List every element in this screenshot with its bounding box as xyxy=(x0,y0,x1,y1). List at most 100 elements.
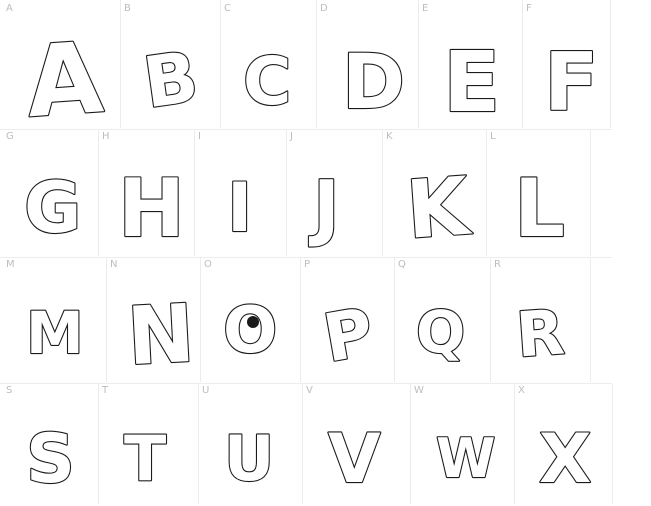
glyph-cell-s: S S xyxy=(2,384,98,504)
glyph-cell-l: L L xyxy=(486,130,590,256)
glyph-cell-q: Q Q xyxy=(394,258,490,382)
glyph-cell-k: K K xyxy=(382,130,486,258)
glyph-cell-p: P P xyxy=(300,258,394,382)
glyph-cell-label: H xyxy=(102,131,110,142)
glyph-sheet: A A B B C C D D E E F F G G H H I I J J … xyxy=(0,0,651,506)
grid-divider xyxy=(610,0,611,128)
glyph-cell-h: H H xyxy=(98,130,194,256)
svg-text:M: M xyxy=(26,299,84,367)
glyph-a: A xyxy=(22,20,108,141)
svg-text:F: F xyxy=(544,36,599,129)
glyph-r: R xyxy=(513,294,568,372)
glyph-cell-label: I xyxy=(198,131,201,142)
glyph-cell-g: G G xyxy=(2,130,98,256)
glyph-cell-label: C xyxy=(224,3,231,14)
glyph-l: L xyxy=(513,160,566,255)
glyph-b: B xyxy=(138,35,204,126)
glyph-cell-w: W W xyxy=(410,384,514,504)
glyph-cell-label: S xyxy=(6,385,13,396)
grid-divider xyxy=(316,0,317,128)
glyph-cell-label: T xyxy=(102,385,109,396)
glyph-cell-label: J xyxy=(290,131,293,142)
glyph-t: T xyxy=(123,421,167,496)
glyph-j: J xyxy=(306,164,340,250)
glyph-k: K xyxy=(402,158,476,258)
grid-divider xyxy=(200,258,201,382)
svg-text:N: N xyxy=(125,286,197,382)
glyph-cell-label: P xyxy=(304,259,311,270)
glyph-cell-j: J J xyxy=(286,130,382,256)
grid-divider xyxy=(0,129,612,130)
glyph-m: M xyxy=(25,297,85,367)
glyph-cell-b: B B xyxy=(120,2,220,128)
glyph-cell-n: N N xyxy=(106,258,200,384)
svg-text:J: J xyxy=(308,165,340,249)
glyph-s: S xyxy=(25,418,76,499)
grid-divider xyxy=(302,384,303,504)
grid-divider xyxy=(410,384,411,504)
glyph-cell-e: E E xyxy=(418,2,522,132)
glyph-cell-label: U xyxy=(202,385,210,396)
glyph-cell-t: T T xyxy=(98,384,198,504)
glyph-cell-i: I I xyxy=(194,130,286,256)
svg-text:S: S xyxy=(26,420,75,499)
glyph-cell-label: L xyxy=(490,131,496,142)
glyph-p: P xyxy=(317,292,380,378)
grid-divider xyxy=(382,130,383,256)
svg-text:G: G xyxy=(24,167,81,249)
glyph-i: I xyxy=(226,167,254,248)
svg-text:E: E xyxy=(443,33,500,131)
glyph-cell-label: N xyxy=(110,259,118,270)
svg-text:A: A xyxy=(23,21,107,140)
glyph-x: X xyxy=(538,418,593,499)
svg-text:X: X xyxy=(539,420,591,499)
glyph-cell-label: A xyxy=(6,3,13,14)
glyph-v: V xyxy=(326,418,381,499)
grid-divider xyxy=(590,130,591,256)
glyph-cell-f: F F xyxy=(522,2,610,130)
glyph-cell-m: M M xyxy=(2,258,106,382)
svg-text:B: B xyxy=(139,36,203,125)
glyph-cell-o: O O xyxy=(200,258,300,382)
grid-divider xyxy=(394,258,395,382)
svg-text:V: V xyxy=(328,420,381,499)
grid-divider xyxy=(522,0,523,128)
grid-divider xyxy=(0,383,612,384)
grid-divider xyxy=(418,0,419,128)
grid-divider xyxy=(98,130,99,256)
grid-divider xyxy=(220,0,221,128)
grid-divider xyxy=(486,130,487,256)
glyph-cell-label: K xyxy=(386,131,393,142)
svg-text:R: R xyxy=(514,295,567,371)
glyph-e: E xyxy=(442,32,502,132)
grid-divider xyxy=(120,0,121,128)
grid-divider xyxy=(300,258,301,382)
glyph-cell-label: O xyxy=(204,259,212,270)
svg-text:D: D xyxy=(342,37,405,126)
glyph-c: C xyxy=(242,42,293,121)
grid-divider xyxy=(106,258,107,382)
glyph-cell-label: D xyxy=(320,3,328,14)
glyph-cell-label: W xyxy=(414,385,424,396)
svg-text:H: H xyxy=(118,162,185,255)
svg-text:C: C xyxy=(243,43,291,120)
glyph-u: U xyxy=(223,421,276,496)
svg-text:O: O xyxy=(223,294,277,368)
svg-text:I: I xyxy=(227,169,252,248)
grid-divider xyxy=(286,130,287,256)
svg-text:W: W xyxy=(436,427,496,490)
svg-text:K: K xyxy=(403,159,474,256)
glyph-cell-r: R R xyxy=(490,258,590,382)
glyph-cell-x: X X xyxy=(514,384,612,504)
glyph-cell-label: X xyxy=(518,385,525,396)
glyph-f: F xyxy=(543,34,600,129)
svg-text:L: L xyxy=(514,162,565,255)
glyph-q: Q xyxy=(415,297,467,367)
glyph-w: W xyxy=(435,425,497,490)
grid-divider xyxy=(514,384,515,504)
grid-divider xyxy=(194,130,195,256)
grid-divider xyxy=(490,258,491,382)
glyph-cell-a: A A xyxy=(2,2,120,141)
glyph-cell-label: F xyxy=(526,3,532,14)
grid-divider xyxy=(0,257,612,258)
